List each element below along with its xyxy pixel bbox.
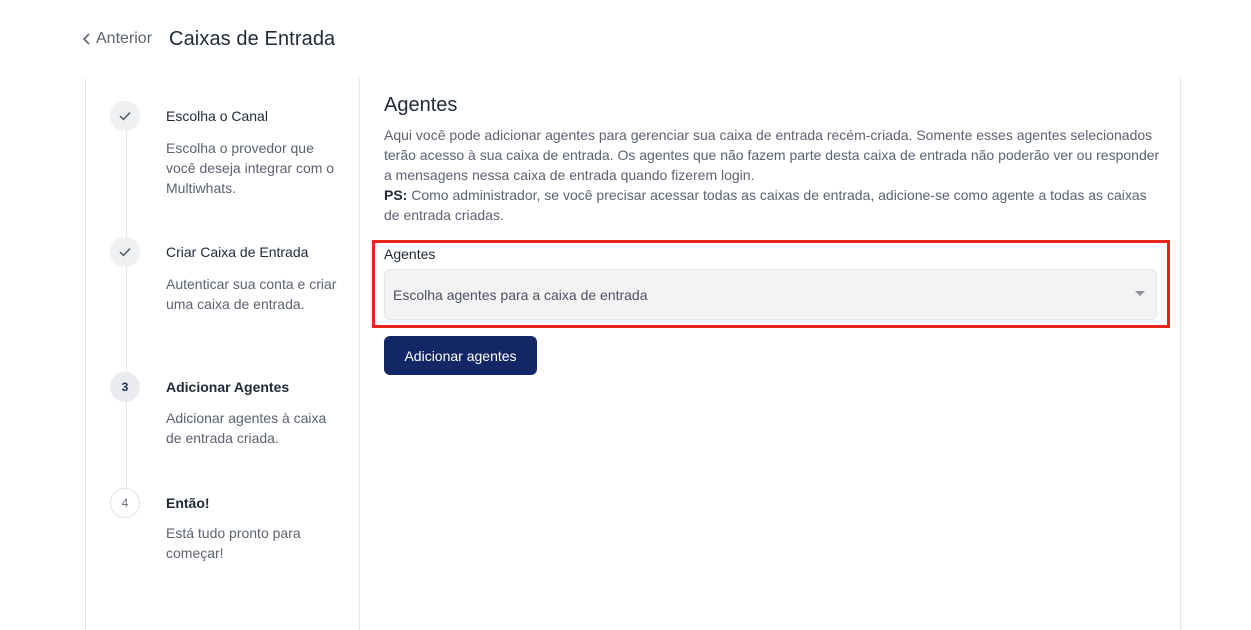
agents-select[interactable]: Escolha agentes para a caixa de entrada (384, 269, 1157, 320)
section-title: Agentes (384, 94, 458, 116)
caret-down-icon (1135, 291, 1145, 296)
step-description: Autenticar sua conta e criar uma caixa d… (166, 276, 337, 312)
check-icon (119, 248, 131, 257)
step-status-circle (110, 101, 140, 131)
card-border (85, 78, 86, 630)
description-text: Aqui você pode adicionar agentes para ge… (384, 127, 1160, 183)
step-description: Está tudo pronto para começar! (166, 525, 301, 561)
select-placeholder: Escolha agentes para a caixa de entrada (393, 287, 648, 303)
step-description: Escolha o provedor que você deseja integ… (166, 140, 335, 196)
step-status-circle (110, 237, 140, 267)
agents-field-label: Agentes (384, 246, 436, 262)
step-title: Então! (166, 495, 210, 511)
step-number: 3 (110, 372, 140, 402)
ps-label: PS: (384, 187, 408, 203)
step-title: Adicionar Agentes (166, 379, 290, 395)
timeline-line (126, 118, 127, 518)
chevron-left-icon (82, 33, 90, 45)
back-label: Anterior (96, 30, 153, 47)
step-title: Criar Caixa de Entrada (166, 244, 309, 260)
page-title: Caixas de Entrada (169, 27, 336, 50)
step-number: 4 (110, 488, 140, 518)
step-title: Escolha o Canal (166, 108, 268, 124)
sidebar-divider (359, 78, 360, 630)
section-description: Aqui você pode adicionar agentes para ge… (384, 125, 1164, 225)
step-description: Adicionar agentes à caixa de entrada cri… (166, 410, 327, 446)
card-border (1180, 78, 1181, 630)
ps-text: Como administrador, se você precisar ace… (384, 187, 1147, 223)
page-header: Anterior Caixas de Entrada (82, 24, 335, 54)
check-icon (119, 112, 131, 121)
add-agents-button[interactable]: Adicionar agentes (384, 336, 537, 375)
back-button[interactable]: Anterior (82, 30, 152, 48)
